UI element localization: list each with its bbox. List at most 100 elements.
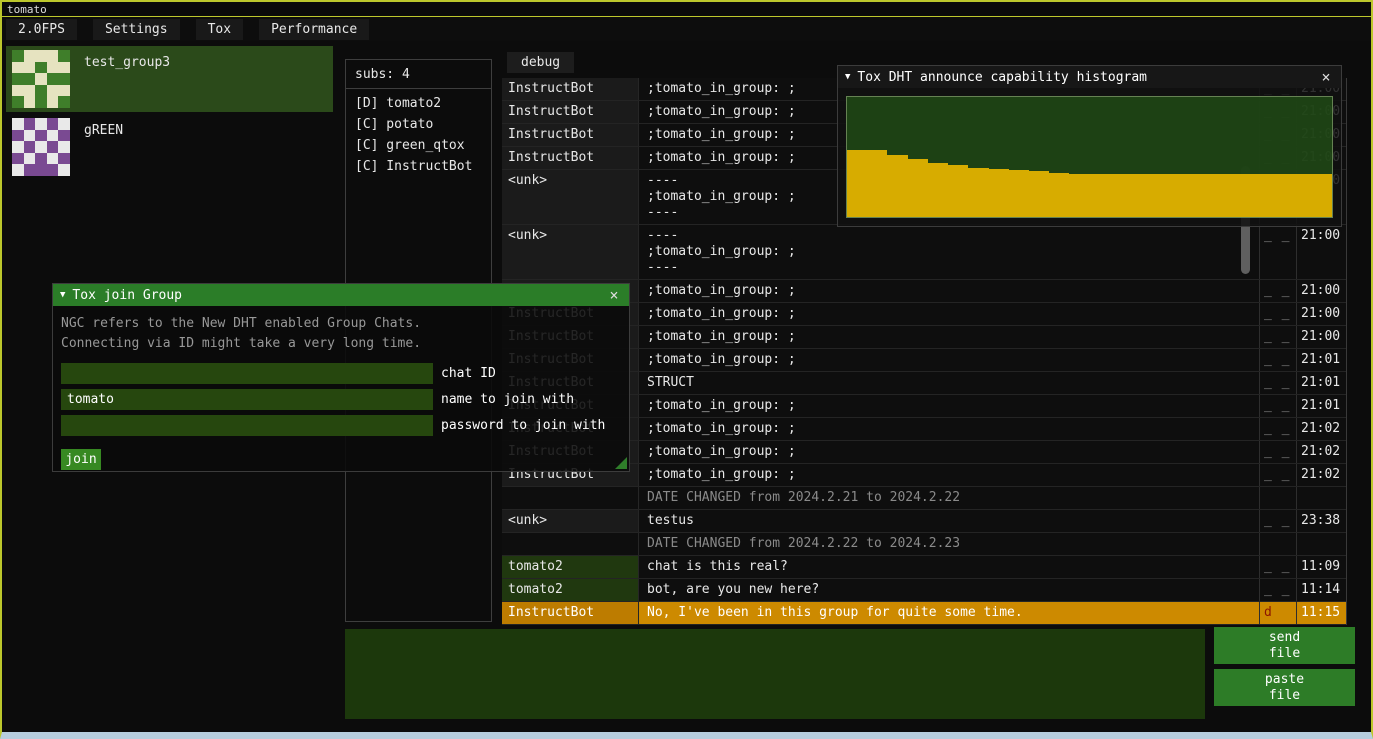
message-row[interactable]: tomato2bot, are you new here?_ _11:14: [502, 579, 1346, 602]
histogram-bar: [898, 155, 908, 217]
group-avatar: [12, 50, 70, 108]
sender-name: <unk>: [502, 170, 639, 224]
message-text: ;tomato_in_group: ;: [639, 418, 1259, 440]
close-icon[interactable]: ×: [606, 286, 622, 304]
join-button[interactable]: join: [61, 449, 101, 470]
send-file-button[interactable]: send file: [1214, 627, 1355, 664]
message-text: ----;tomato_in_group: ;----: [639, 225, 1259, 279]
message-time: 11:14: [1296, 579, 1346, 601]
sender-name: InstructBot: [502, 78, 639, 100]
histogram-bar: [1150, 174, 1160, 217]
histogram-bar: [1160, 174, 1170, 217]
collapse-icon[interactable]: ▼: [60, 290, 65, 300]
histogram-bar: [1130, 174, 1140, 217]
histogram-bar: [1100, 174, 1110, 217]
join-input-chat-id[interactable]: [61, 363, 433, 384]
message-text: DATE CHANGED from 2024.2.22 to 2024.2.23: [639, 533, 1259, 555]
join-field-row: chat ID: [61, 363, 621, 384]
message-time: 21:01: [1296, 349, 1346, 371]
histogram-bar: [887, 155, 897, 217]
histogram-bar: [918, 159, 928, 217]
message-time: 21:00: [1296, 326, 1346, 348]
message-flags: d: [1259, 602, 1296, 624]
member-item[interactable]: [D] tomato2: [346, 93, 491, 114]
sender-name: [502, 487, 639, 509]
histogram-bar: [908, 159, 918, 217]
message-text: ;tomato_in_group: ;: [639, 326, 1259, 348]
message-flags: _ _: [1259, 418, 1296, 440]
date-separator-row: DATE CHANGED from 2024.2.21 to 2024.2.22: [502, 487, 1346, 510]
message-row[interactable]: tomato2chat is this real?_ _11:09: [502, 556, 1346, 579]
message-flags: [1259, 487, 1296, 509]
histogram-bar: [1039, 171, 1049, 217]
message-flags: [1259, 533, 1296, 555]
message-flags: _ _: [1259, 280, 1296, 302]
message-time: 21:00: [1296, 303, 1346, 325]
close-icon[interactable]: ×: [1318, 68, 1334, 86]
sender-name: tomato2: [502, 579, 639, 601]
message-time: 21:02: [1296, 441, 1346, 463]
menu-item-2-0fps[interactable]: 2.0FPS: [6, 19, 77, 40]
paste-file-button[interactable]: paste file: [1214, 669, 1355, 706]
histogram-bar: [1302, 174, 1312, 217]
message-text: ;tomato_in_group: ;: [639, 280, 1259, 302]
message-flags: _ _: [1259, 372, 1296, 394]
message-row[interactable]: <unk>testus_ _23:38: [502, 510, 1346, 533]
join-field-row: name to join with: [61, 389, 621, 410]
dht-histogram-plot: [846, 96, 1333, 218]
histogram-bar: [1231, 174, 1241, 217]
message-time: 21:00: [1296, 280, 1346, 302]
join-input-password-to-join-with[interactable]: [61, 415, 433, 436]
dht-histogram-window: ▼ Tox DHT announce capability histogram …: [837, 65, 1342, 227]
histogram-bar: [1322, 174, 1332, 217]
join-info-line1: NGC refers to the New DHT enabled Group …: [61, 314, 621, 334]
message-flags: _ _: [1259, 225, 1296, 279]
sender-name: InstructBot: [502, 602, 639, 624]
message-input[interactable]: [345, 629, 1205, 719]
join-field-label: chat ID: [441, 366, 496, 381]
join-info-line2: Connecting via ID might take a very long…: [61, 334, 621, 354]
sender-name: InstructBot: [502, 124, 639, 146]
message-text: ;tomato_in_group: ;: [639, 349, 1259, 371]
message-time: 11:15: [1296, 602, 1346, 624]
dht-histogram-titlebar[interactable]: ▼ Tox DHT announce capability histogram …: [838, 66, 1341, 88]
group-avatar: [12, 118, 70, 176]
join-group-titlebar[interactable]: ▼ Tox join Group ×: [53, 284, 629, 306]
resize-grip-icon[interactable]: [615, 457, 627, 469]
histogram-bar: [1140, 174, 1150, 217]
member-item[interactable]: [C] InstructBot: [346, 156, 491, 177]
message-time: 21:00: [1296, 225, 1346, 279]
menu-item-tox[interactable]: Tox: [196, 19, 243, 40]
subs-member-list: [D] tomato2[C] potato[C] green_qtox[C] I…: [346, 88, 491, 181]
date-separator-row: DATE CHANGED from 2024.2.22 to 2024.2.23: [502, 533, 1346, 556]
group-item-green[interactable]: gREEN: [6, 114, 333, 180]
histogram-bar: [877, 150, 887, 217]
histogram-bar: [1019, 170, 1029, 217]
join-field-label: password to join with: [441, 418, 605, 433]
member-item[interactable]: [C] potato: [346, 114, 491, 135]
sender-name: <unk>: [502, 510, 639, 532]
group-item-test_group3[interactable]: test_group3: [6, 46, 333, 112]
member-item[interactable]: [C] green_qtox: [346, 135, 491, 156]
message-flags: _ _: [1259, 579, 1296, 601]
join-group-body: NGC refers to the New DHT enabled Group …: [53, 306, 629, 471]
join-input-name-to-join-with[interactable]: [61, 389, 433, 410]
message-row[interactable]: <unk>----;tomato_in_group: ;----_ _21:00: [502, 225, 1346, 280]
menu-item-settings[interactable]: Settings: [93, 19, 180, 40]
tab-debug[interactable]: debug: [507, 52, 574, 73]
histogram-bar: [928, 163, 938, 217]
histogram-bar: [958, 165, 968, 217]
histogram-bar: [1059, 173, 1069, 217]
subs-header: subs: 4: [346, 60, 491, 88]
message-flags: _ _: [1259, 326, 1296, 348]
histogram-bar: [1312, 174, 1322, 217]
menu-item-performance[interactable]: Performance: [259, 19, 369, 40]
message-time: 21:02: [1296, 418, 1346, 440]
histogram-bar: [1090, 174, 1100, 217]
message-time: [1296, 487, 1346, 509]
message-flags: _ _: [1259, 464, 1296, 486]
collapse-icon[interactable]: ▼: [845, 72, 850, 82]
dht-histogram-title: Tox DHT announce capability histogram: [857, 70, 1311, 85]
message-text: bot, are you new here?: [639, 579, 1259, 601]
message-row[interactable]: InstructBotNo, I've been in this group f…: [502, 602, 1346, 625]
